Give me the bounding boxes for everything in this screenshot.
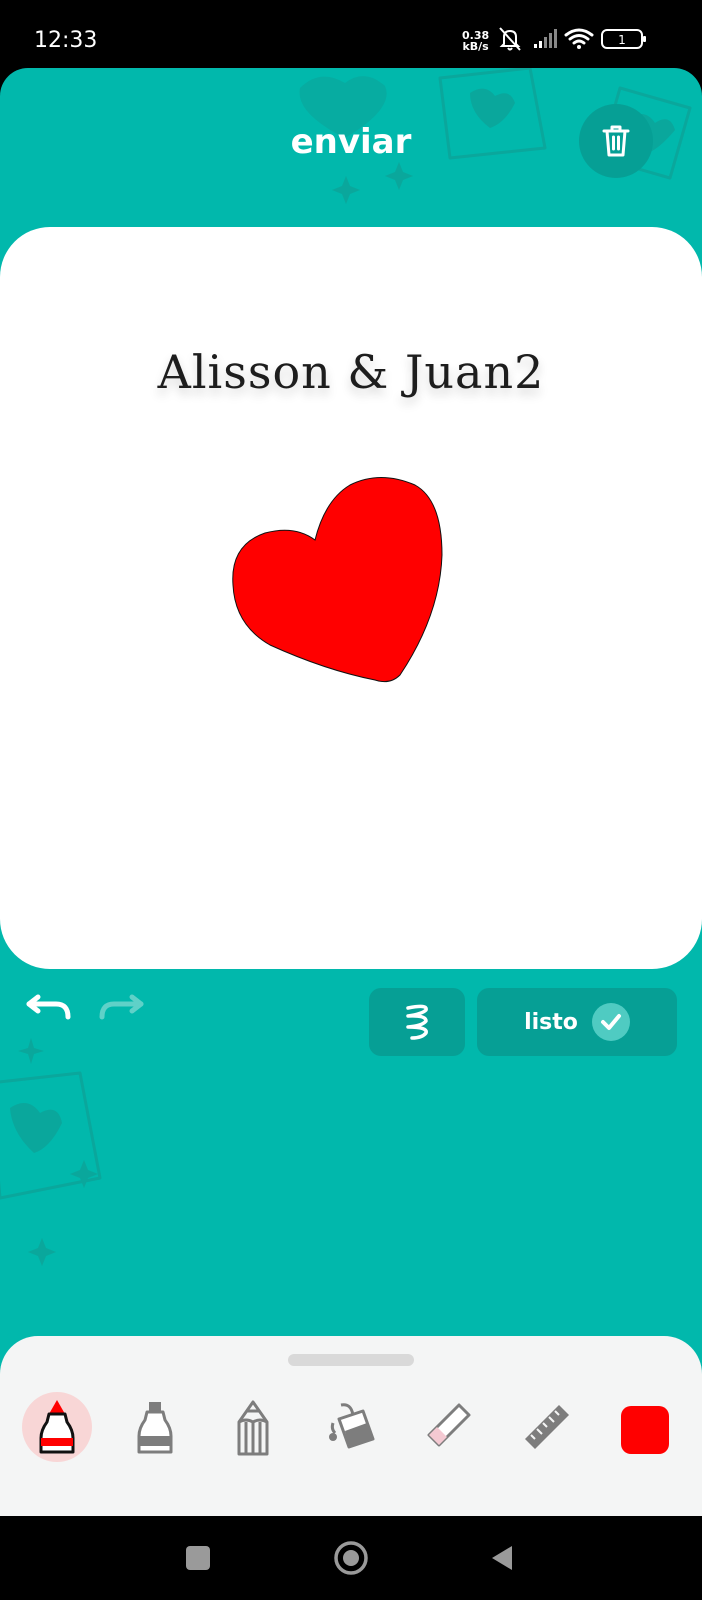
scribble-icon: [406, 1004, 428, 1040]
wifi-icon: [564, 28, 594, 49]
canvas-caption: Alisson & Juan2: [157, 345, 545, 399]
color-picker-button[interactable]: [621, 1406, 669, 1454]
check-icon: [591, 1003, 630, 1041]
delete-button[interactable]: [579, 104, 653, 178]
drawing-canvas[interactable]: Alisson & Juan2: [0, 227, 702, 969]
undo-button[interactable]: [24, 988, 74, 1028]
tool-bottle[interactable]: [120, 1392, 190, 1462]
signal-icon: [534, 29, 557, 48]
marker-icon: [39, 1400, 75, 1454]
status-time: 12:33: [34, 28, 98, 53]
home-circle-icon: [334, 1541, 368, 1575]
tool-fill[interactable]: [316, 1392, 386, 1462]
paint-bottle-icon: [137, 1402, 173, 1454]
square-icon: [186, 1546, 210, 1570]
paint-bucket-icon: [329, 1403, 375, 1449]
tool-marker[interactable]: [22, 1392, 92, 1462]
tray-handle[interactable]: [288, 1354, 414, 1366]
battery-level: 1: [618, 33, 626, 47]
net-speed: 0.38 kB/s: [462, 30, 489, 52]
back-triangle-icon: [492, 1546, 512, 1570]
tool-eraser[interactable]: [414, 1392, 484, 1462]
recents-button[interactable]: [178, 1538, 218, 1578]
status-icons: 1: [498, 26, 653, 57]
battery-icon: 1: [601, 29, 646, 49]
heart-drawing: [232, 477, 443, 683]
tool-pencil[interactable]: [218, 1392, 288, 1462]
tool-tray: [0, 1336, 702, 1516]
home-button[interactable]: [331, 1538, 371, 1578]
eraser-icon: [427, 1403, 471, 1447]
redo-icon: [99, 994, 144, 1020]
mute-icon: [499, 27, 521, 51]
drawing-screen: enviar Alisson & Juan2 listo: [0, 68, 702, 1516]
back-button[interactable]: [482, 1538, 522, 1578]
system-nav-bar: [0, 1516, 702, 1600]
net-speed-unit: kB/s: [462, 40, 489, 53]
ruler-icon: [525, 1405, 569, 1449]
redo-button[interactable]: [96, 988, 146, 1028]
done-label: listo: [524, 1009, 578, 1035]
pencil-icon: [237, 1400, 269, 1456]
trash-icon: [602, 125, 630, 157]
smoothing-button[interactable]: [369, 988, 465, 1056]
undo-icon: [26, 994, 71, 1020]
tool-ruler[interactable]: [512, 1392, 582, 1462]
done-button[interactable]: listo: [477, 988, 677, 1056]
status-bar: 12:33 0.38 kB/s 1: [0, 0, 702, 70]
